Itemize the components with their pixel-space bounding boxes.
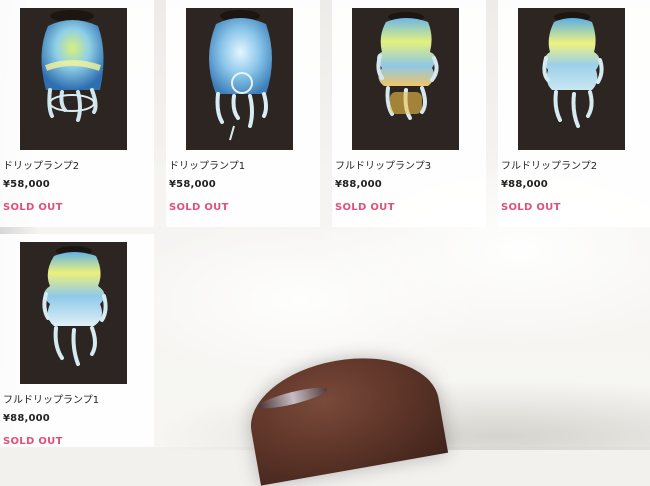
sold-out-badge: SOLD OUT xyxy=(501,202,561,213)
product-card-full-drip-lamp-1[interactable]: フルドリップランプ1 ¥88,000 SOLD OUT xyxy=(0,234,154,447)
product-image[interactable] xyxy=(186,8,293,150)
product-price: ¥88,000 xyxy=(335,179,382,190)
product-title[interactable]: フルドリップランプ2 xyxy=(501,157,597,172)
product-price: ¥58,000 xyxy=(169,179,216,190)
product-title[interactable]: ドリップランプ2 xyxy=(3,157,79,172)
product-price: ¥88,000 xyxy=(501,179,548,190)
product-image[interactable] xyxy=(518,8,625,150)
product-title[interactable]: フルドリップランプ3 xyxy=(335,157,431,172)
product-card-full-drip-lamp-3[interactable]: フルドリップランプ3 ¥88,000 SOLD OUT xyxy=(332,0,486,227)
glass-lamp-image xyxy=(20,242,127,384)
product-image[interactable] xyxy=(20,242,127,384)
product-price: ¥58,000 xyxy=(3,179,50,190)
glass-lamp-image xyxy=(20,8,127,150)
sold-out-badge: SOLD OUT xyxy=(335,202,395,213)
product-card-drip-lamp-1[interactable]: ドリップランプ1 ¥58,000 SOLD OUT xyxy=(166,0,320,227)
glass-lamp-image xyxy=(186,8,293,150)
product-price: ¥88,000 xyxy=(3,413,50,424)
sold-out-badge: SOLD OUT xyxy=(3,436,63,447)
sold-out-badge: SOLD OUT xyxy=(3,202,63,213)
product-card-drip-lamp-2[interactable]: ドリップランプ2 ¥58,000 SOLD OUT xyxy=(0,0,154,227)
sold-out-badge: SOLD OUT xyxy=(169,202,229,213)
glass-lamp-image xyxy=(518,8,625,150)
product-image[interactable] xyxy=(20,8,127,150)
product-title[interactable]: フルドリップランプ1 xyxy=(3,391,99,406)
product-image[interactable] xyxy=(352,8,459,150)
glass-lamp-image xyxy=(352,8,459,150)
product-card-full-drip-lamp-2[interactable]: フルドリップランプ2 ¥88,000 SOLD OUT xyxy=(498,0,650,227)
product-title[interactable]: ドリップランプ1 xyxy=(169,157,245,172)
product-grid: ドリップランプ2 ¥58,000 SOLD OUT ドリップランプ1 ¥58,0… xyxy=(0,0,650,447)
